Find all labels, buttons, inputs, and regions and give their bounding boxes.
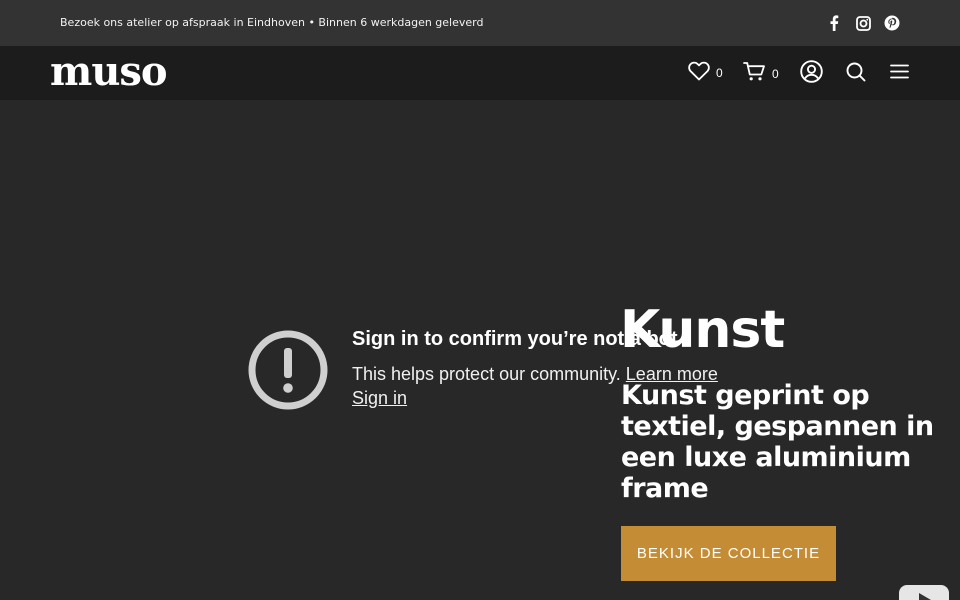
youtube-play-icon[interactable] [899, 585, 949, 600]
site-logo[interactable]: muso [50, 52, 168, 92]
announcement-text: Bezoek ons atelier op afspraak in Eindho… [60, 16, 484, 29]
video-signin-link[interactable]: Sign in [352, 388, 407, 409]
account-button[interactable] [800, 60, 823, 87]
video-signin-message: This helps protect our community. [352, 364, 621, 384]
pinterest-icon[interactable] [883, 14, 901, 32]
cart-count: 0 [772, 66, 779, 81]
instagram-icon[interactable] [854, 14, 872, 32]
heart-icon [688, 61, 710, 85]
hero-subtitle: Kunst geprint op textiel, gespannen in e… [621, 380, 934, 504]
warning-icon [248, 330, 328, 410]
wishlist-count: 0 [716, 66, 723, 80]
account-icon [800, 60, 823, 87]
main-header: muso 0 0 [0, 46, 960, 100]
search-icon [846, 62, 866, 86]
wishlist-button[interactable]: 0 [688, 61, 723, 85]
menu-icon [890, 64, 909, 83]
menu-button[interactable] [890, 64, 909, 83]
cart-icon [743, 61, 766, 86]
cart-button[interactable]: 0 [743, 61, 779, 86]
view-collection-button[interactable]: BEKIJK DE COLLECTIE [621, 526, 836, 581]
search-button[interactable] [846, 62, 866, 86]
facebook-icon[interactable] [825, 14, 843, 32]
announcement-bar: Bezoek ons atelier op afspraak in Eindho… [0, 0, 960, 46]
hero-title: Kunst [620, 300, 785, 360]
